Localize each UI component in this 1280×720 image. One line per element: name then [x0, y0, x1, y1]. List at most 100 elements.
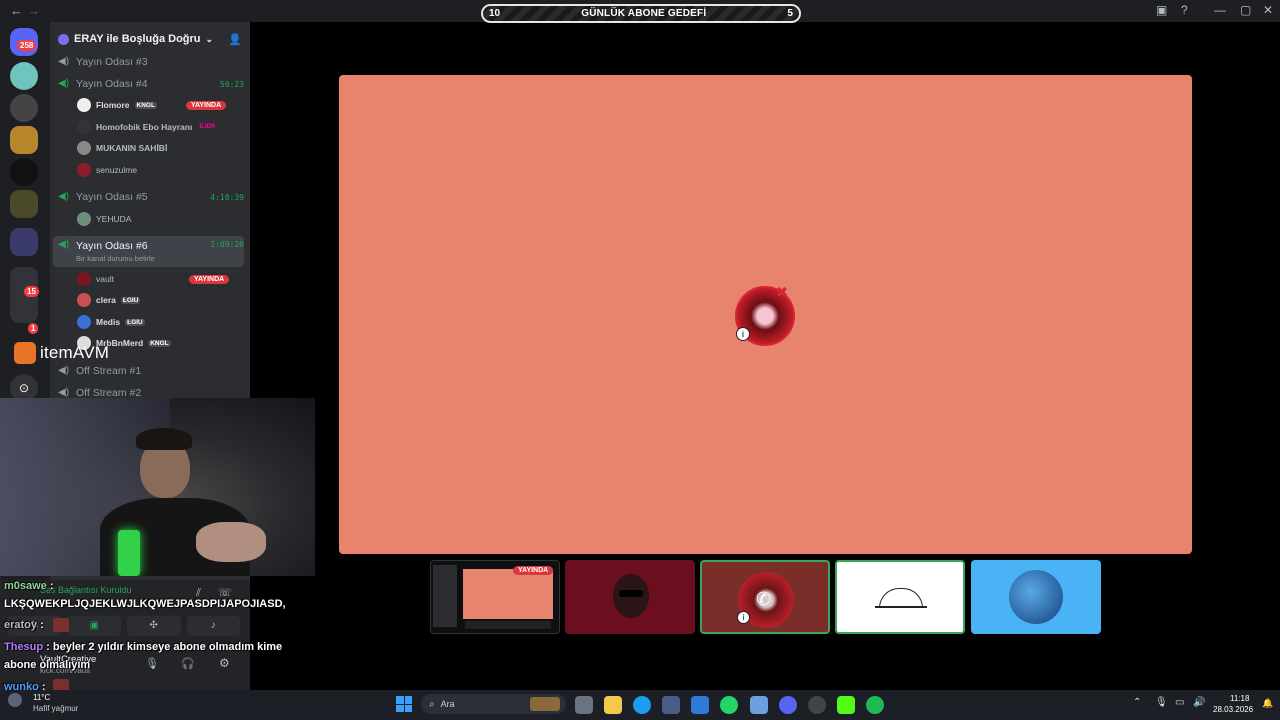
voice-user[interactable]: clera ŁGIU: [77, 292, 141, 308]
folder-badge: 1: [28, 323, 39, 334]
discord-icon[interactable]: [779, 696, 797, 714]
chat-separator: :: [37, 619, 44, 631]
search-highlight-image: [530, 697, 560, 711]
info-icon: i: [736, 327, 750, 341]
avatar: [77, 141, 91, 155]
server-icon[interactable]: [10, 126, 38, 154]
server-folder[interactable]: [10, 228, 38, 256]
chevron-up-icon[interactable]: ⌃: [1133, 697, 1141, 708]
live-badge: YAYINDA: [185, 100, 227, 110]
chat-message: LKŞQWEKPLJQJEKLWJLKQWEJPASDPIJAPOJIASD,: [4, 597, 286, 611]
speaker-icon: ◀): [58, 191, 70, 202]
voice-channel[interactable]: ◀) Yayın Odası #5 4:18:39: [58, 188, 244, 206]
tile-participant-speaking[interactable]: ✆ i: [700, 560, 830, 634]
taskbar-search[interactable]: ⌕ Ara: [421, 694, 566, 714]
voice-user[interactable]: senuzulme: [77, 162, 137, 178]
chat-text: abone olmalıyım: [4, 659, 91, 671]
voice-user[interactable]: Medis ŁGIU: [77, 314, 145, 330]
chat-nick: m0sawe: [4, 580, 47, 592]
guild-header[interactable]: ERAY ile Boşluğa Doğru ⌄ 👤: [58, 30, 242, 48]
spotify-icon[interactable]: [866, 696, 884, 714]
activities-button[interactable]: ✣: [127, 616, 181, 636]
add-member-icon[interactable]: 👤: [228, 33, 242, 46]
channel-timer: 50:23: [219, 79, 244, 89]
energy-drink-can: [118, 530, 140, 576]
speaker-icon: ◀): [58, 78, 70, 89]
kick-icon[interactable]: [837, 696, 855, 714]
soundboard-button[interactable]: ♪: [186, 616, 240, 636]
live-badge: YAYINDA: [513, 566, 554, 575]
screen-share-button[interactable]: ▣: [67, 616, 121, 636]
user-name: MUKANIN SAHİBİ: [96, 143, 168, 153]
speaker-icon: ◀): [58, 239, 70, 250]
minimize-icon[interactable]: —: [1214, 3, 1226, 17]
mail-icon[interactable]: [691, 696, 709, 714]
chat-separator: :: [46, 580, 54, 592]
server-folder[interactable]: [10, 190, 38, 218]
user-tag: EJDR: [199, 124, 216, 130]
file-explorer-icon[interactable]: [604, 696, 622, 714]
whatsapp-icon[interactable]: [720, 696, 738, 714]
task-view-icon[interactable]: [575, 696, 593, 714]
voice-user[interactable]: vault YAYINDA: [77, 271, 230, 287]
microphone-icon[interactable]: 🎙: [145, 657, 159, 670]
tile-participant[interactable]: [565, 560, 695, 634]
server-icon[interactable]: [10, 158, 38, 186]
obs-icon[interactable]: [808, 696, 826, 714]
voice-channel[interactable]: ◀) Off Stream #1: [58, 362, 244, 380]
voice-channel[interactable]: ◀) Yayın Odası #3: [58, 53, 244, 71]
avatar: [77, 98, 91, 112]
voice-channel[interactable]: ◀) Yayın Odası #4 50:23: [58, 75, 244, 93]
channel-timer: 4:18:39: [210, 192, 244, 202]
avatar: [77, 163, 91, 177]
inbox-icon[interactable]: ▣: [1156, 3, 1167, 17]
tile-participant[interactable]: [971, 560, 1101, 634]
shopping-bag-icon: [14, 342, 36, 364]
settings-gear-icon[interactable]: ⚙: [219, 656, 230, 670]
search-icon: ⌕: [429, 698, 435, 710]
user-tag: KNGL: [134, 101, 157, 109]
tile-participant-speaking[interactable]: [835, 560, 965, 634]
voice-user[interactable]: YEHUDA: [77, 211, 131, 227]
start-button[interactable]: [396, 696, 412, 712]
server-icon[interactable]: [10, 62, 38, 90]
network-tool-icon[interactable]: [750, 696, 768, 714]
clock-time[interactable]: 11:18: [1230, 694, 1249, 703]
weather-desc: Hafif yağmur: [33, 704, 79, 713]
close-icon[interactable]: ✕: [1263, 3, 1273, 17]
store-icon[interactable]: [662, 696, 680, 714]
avatar: [77, 293, 91, 307]
search-placeholder: Ara: [440, 699, 455, 709]
streamer-hands: [196, 522, 266, 562]
voice-user[interactable]: Homofobik Ebo Hayranı EJDR: [77, 119, 217, 135]
streamer-hair: [136, 428, 192, 450]
help-icon[interactable]: ?: [1181, 3, 1188, 17]
tile-screen-share[interactable]: YAYINDA: [430, 560, 560, 634]
chat-nick: eratoy: [4, 619, 38, 631]
channel-status[interactable]: Bir kanal durumu belirle: [76, 254, 155, 263]
edge-browser-icon[interactable]: [633, 696, 651, 714]
chat-message: eratoy :: [4, 618, 44, 632]
user-name: Flomore: [96, 100, 130, 110]
clock-date[interactable]: 28.03.2026: [1213, 705, 1253, 714]
maximize-icon[interactable]: ▢: [1240, 3, 1251, 17]
weather-icon: [8, 693, 22, 707]
forward-arrow-icon[interactable]: →: [27, 3, 40, 18]
headphones-icon[interactable]: 🎧: [181, 657, 195, 670]
avatar: [77, 120, 91, 134]
notification-bell-icon[interactable]: 🔔: [1262, 698, 1273, 709]
voice-channel-active[interactable]: ◀) Yayın Odası #6 Bir kanal durumu belir…: [53, 236, 244, 267]
screen-preview-sidebar: [433, 565, 457, 627]
home-badge: 258: [17, 40, 37, 51]
volume-icon[interactable]: 🔊: [1193, 697, 1205, 708]
network-icon[interactable]: ▭: [1175, 697, 1184, 708]
microphone-icon[interactable]: 🎙: [1155, 697, 1168, 708]
user-name: YEHUDA: [96, 214, 132, 224]
voice-user[interactable]: Flomore KNGL YAYINDA: [77, 97, 227, 113]
subscriber-goal-bar: 10 GÜNLÜK ABONE GEDEFİ 5: [481, 4, 801, 23]
voice-user[interactable]: MUKANIN SAHİBİ: [77, 140, 167, 156]
chat-nick: Thesup: [4, 641, 44, 653]
user-name: senuzulme: [96, 165, 138, 175]
server-icon[interactable]: [10, 94, 38, 122]
back-arrow-icon[interactable]: ←: [10, 3, 23, 18]
